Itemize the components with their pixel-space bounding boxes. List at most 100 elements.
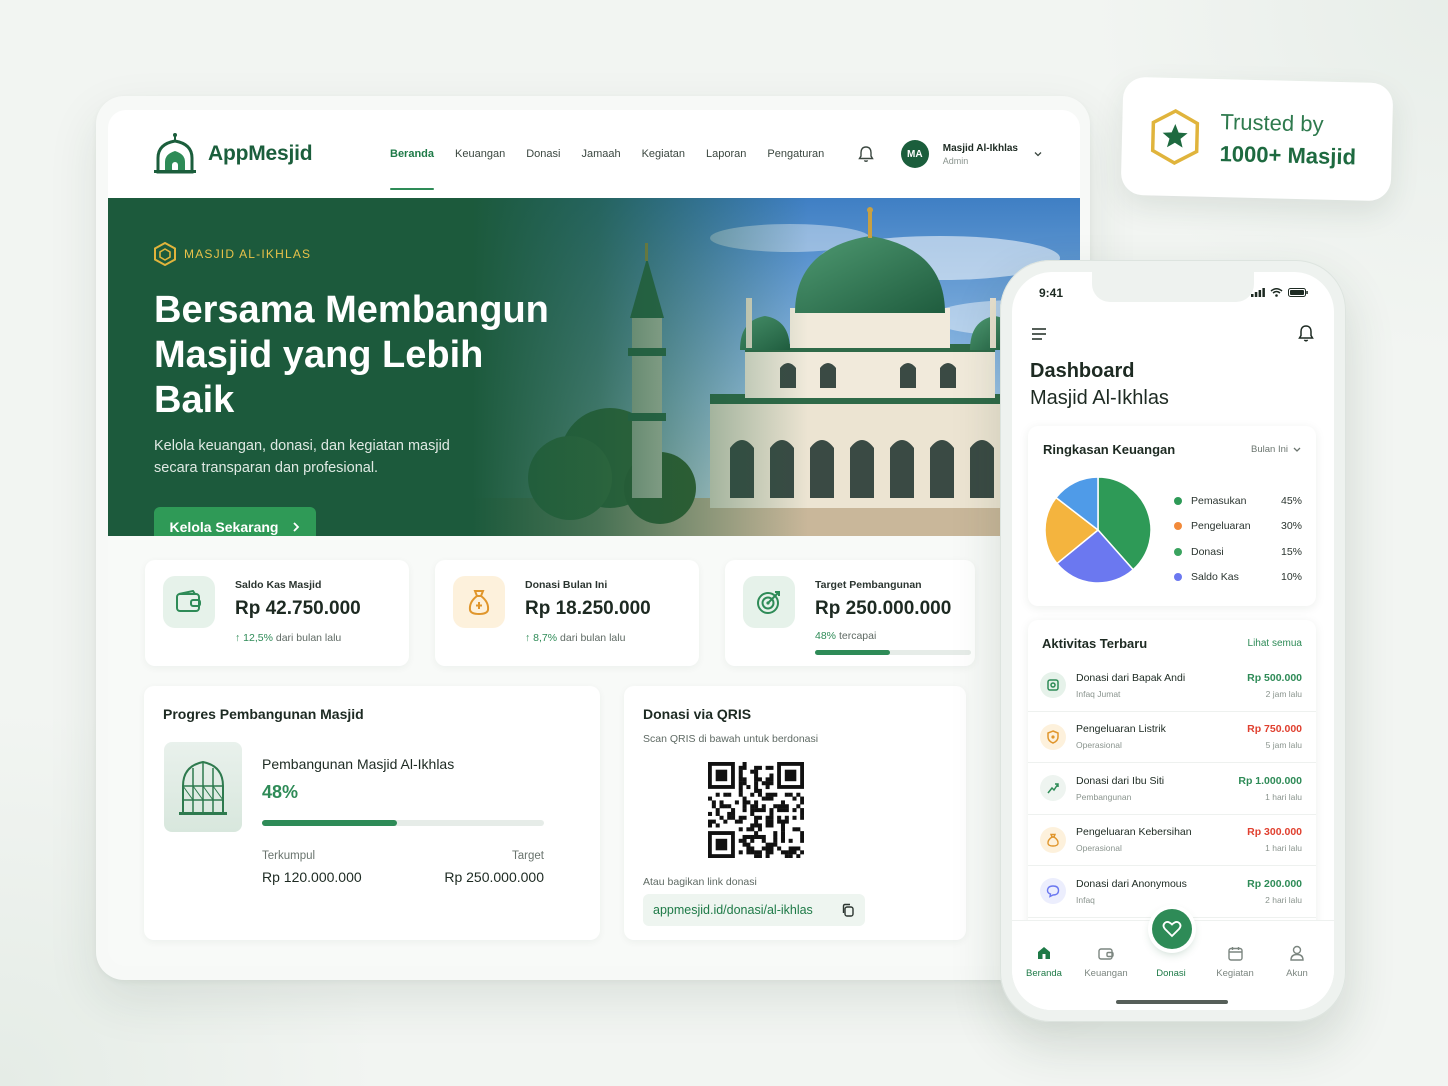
tab-keuangan[interactable]: Keuangan (1074, 943, 1138, 979)
hamburger-menu-icon[interactable] (1031, 327, 1047, 341)
tab-akun[interactable]: Akun (1265, 943, 1329, 979)
phone-title-dashboard: Dashboard (1030, 360, 1135, 382)
activity-title-text: Pengeluaran Listrik (1076, 723, 1166, 736)
qr-module (773, 831, 778, 836)
finance-title: Ringkasan Keuangan (1043, 442, 1176, 457)
activity-meta: Rp 750.000 5 jam lalu (1247, 723, 1302, 750)
qr-module (719, 804, 724, 809)
kelola-sekarang-label: Kelola Sekarang (169, 519, 279, 535)
tab-beranda[interactable]: Beranda (1012, 943, 1076, 979)
activity-row[interactable]: Donasi dari Ibu Siti Pembangunan Rp 1.000.… (1028, 763, 1316, 815)
stat-card-target[interactable]: Target Pembangunan Rp 250.000.000 48% te… (725, 560, 975, 666)
user-info[interactable]: Masjid Al-Ikhlas Admin (943, 143, 1018, 166)
qr-module (777, 846, 782, 851)
chevron-down-icon[interactable] (1032, 148, 1044, 160)
legend-name: Saldo Kas (1191, 571, 1239, 584)
nav-laporan[interactable]: Laporan (706, 144, 746, 164)
period-dropdown[interactable]: Bulan Ini (1251, 444, 1301, 455)
qr-module (765, 819, 770, 824)
activity-row[interactable]: Pengeluaran Kebersihan Operasional Rp 300.… (1028, 815, 1316, 866)
qr-module (750, 834, 755, 839)
copy-icon[interactable] (841, 903, 855, 917)
mosque-construction-icon (179, 760, 227, 815)
trend-text: tercapai (838, 630, 877, 642)
phone-notch (1092, 272, 1254, 302)
tab-donasi[interactable]: Donasi (1139, 945, 1203, 979)
qr-module (757, 808, 762, 813)
activity-time: 1 hari lalu (1265, 791, 1302, 802)
nav-keuangan[interactable]: Keuangan (455, 144, 505, 164)
nav-pengaturan[interactable]: Pengaturan (767, 144, 824, 164)
activity-category: Infaq Jumat (1076, 688, 1121, 699)
qr-module (800, 850, 804, 855)
qr-module (765, 846, 770, 851)
qr-module (738, 777, 743, 782)
qr-module (754, 804, 759, 809)
donate-fab-button[interactable] (1152, 909, 1192, 949)
qr-module (727, 804, 732, 809)
qr-module (750, 823, 755, 828)
qr-module (738, 773, 743, 778)
qr-module (769, 781, 774, 786)
activity-row[interactable]: Pengeluaran Listrik Operasional Rp 750.000… (1028, 712, 1316, 763)
qr-module (750, 827, 755, 832)
qr-module (765, 796, 770, 801)
donation-link-field[interactable]: appmesjid.id/donasi/al-ikhlas (643, 894, 865, 926)
activity-amount: Rp 750.000 (1247, 723, 1302, 736)
hero-subtitle: Kelola keuangan, donasi, dan kegiatan ma… (154, 438, 450, 476)
calendar-icon (1227, 946, 1243, 961)
stat-trend: ↑ 8,7% dari bulan lalu (525, 632, 651, 644)
nav-donasi[interactable]: Donasi (526, 144, 560, 164)
kelola-sekarang-button[interactable]: Kelola Sekarang (154, 507, 316, 536)
qr-module (796, 804, 801, 809)
qr-module (761, 781, 766, 786)
stat-card-donasi[interactable]: Donasi Bulan Ini Rp 18.250.000 ↑ 8,7% da… (435, 560, 699, 666)
qr-module (765, 781, 770, 786)
qr-module (754, 785, 759, 790)
qr-module (742, 796, 747, 801)
qr-module (800, 838, 804, 843)
notification-bell-icon[interactable] (1298, 324, 1314, 343)
qr-module (708, 811, 713, 816)
stat-card-saldo[interactable]: Saldo Kas Masjid Rp 42.750.000 ↑ 12,5% d… (145, 560, 409, 666)
nav-jamaah[interactable]: Jamaah (581, 144, 620, 164)
qr-module (754, 788, 759, 793)
qr-module (796, 827, 801, 832)
qr-module (757, 850, 762, 855)
legend-item: Donasi 15% (1174, 539, 1302, 565)
qr-module (761, 834, 766, 839)
qr-module (788, 846, 793, 851)
activity-row[interactable]: Donasi dari Bapak Andi Infaq Jumat Rp 500.… (1028, 660, 1316, 712)
brand-logo[interactable]: AppMesjid (152, 132, 390, 176)
trusted-line-1: Trusted by (1220, 109, 1324, 137)
qr-finder-pattern (715, 769, 728, 782)
activity-meta: Rp 500.000 2 jam lalu (1247, 672, 1302, 699)
qr-finder-pattern (784, 769, 797, 782)
avatar[interactable]: MA (900, 140, 929, 168)
legend-name: Donasi (1191, 545, 1224, 558)
tab-kegiatan[interactable]: Kegiatan (1203, 943, 1267, 979)
project-progress-bar (262, 820, 544, 826)
stat-value: Rp 18.250.000 (525, 598, 651, 619)
qr-module (769, 796, 774, 801)
activity-meta: Rp 200.000 2 hari lalu (1247, 878, 1302, 905)
project-name: Pembangunan Masjid Al-Ikhlas (262, 756, 455, 772)
nav-kegiatan[interactable]: Kegiatan (642, 144, 685, 164)
qr-module (750, 850, 755, 855)
activity-title-text: Donasi dari Ibu Siti (1076, 774, 1165, 787)
project-thumbnail (164, 742, 242, 832)
qr-module (723, 804, 728, 809)
main-menu: Beranda Keuangan Donasi Jamaah Kegiatan … (390, 144, 824, 190)
nav-beranda[interactable]: Beranda (390, 144, 435, 190)
tab-label: Donasi (1156, 968, 1186, 979)
see-all-link[interactable]: Lihat semua (1248, 638, 1302, 649)
qr-module (800, 800, 804, 805)
battery-icon (1288, 288, 1308, 297)
qr-module (769, 842, 774, 847)
qr-module (757, 854, 762, 858)
qr-module (757, 823, 762, 828)
qr-module (761, 804, 766, 809)
qr-module (738, 827, 743, 832)
qr-module (765, 792, 770, 797)
notification-bell-icon[interactable] (855, 143, 877, 165)
